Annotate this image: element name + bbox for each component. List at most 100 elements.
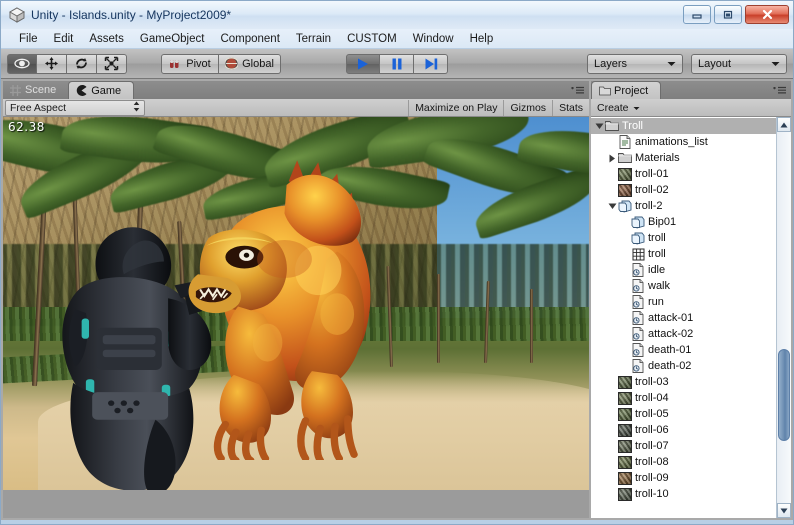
tab-game[interactable]: Game (68, 81, 135, 99)
tree-row[interactable]: troll-01 (591, 166, 776, 182)
tree-row-label: Materials (635, 152, 680, 164)
aspect-ratio-label: Free Aspect (10, 101, 67, 114)
triangle-down-icon[interactable] (593, 122, 605, 130)
texture-thumbnail (618, 167, 632, 181)
tree-row[interactable]: idle (591, 262, 776, 278)
pause-button[interactable] (380, 53, 414, 74)
layout-label: Layout (698, 57, 732, 70)
maximize-on-play-button[interactable]: Maximize on Play (408, 99, 503, 116)
menu-window[interactable]: Window (405, 31, 462, 47)
project-asset-tree[interactable]: Troll animations_list Materials troll-01 tro… (591, 117, 776, 518)
game-view-render[interactable]: 62.38 (3, 117, 589, 490)
stats-button[interactable]: Stats (552, 99, 589, 116)
move-tool-button[interactable] (37, 53, 67, 74)
project-panel-menu-icon[interactable] (773, 86, 787, 95)
editor-main-area: Scene Game Free Aspect Maximize on Play … (1, 79, 793, 520)
tree-row-label: troll-07 (635, 440, 669, 452)
tree-row[interactable]: troll (591, 230, 776, 246)
project-panel: Project Create Troll animations_list Mat… (591, 81, 791, 518)
gizmos-button[interactable]: Gizmos (503, 99, 552, 116)
fps-counter: 62.38 (8, 120, 45, 134)
up-down-arrows-icon (133, 101, 140, 114)
texture-thumbnail (618, 391, 632, 405)
tab-project-label: Project (614, 84, 649, 97)
tab-scene[interactable]: Scene (3, 81, 68, 99)
pivot-toggle-button[interactable]: Pivot (161, 53, 219, 74)
tab-project[interactable]: Project (591, 81, 662, 99)
tree-row[interactable]: death-02 (591, 358, 776, 374)
title-bar: Unity - Islands.unity - MyProject2009* (1, 1, 793, 29)
menu-help[interactable]: Help (462, 31, 502, 47)
tree-row-label: troll-09 (635, 472, 669, 484)
folder-icon (599, 85, 611, 96)
menu-file[interactable]: File (11, 31, 46, 47)
texture-thumbnail (618, 375, 632, 389)
scrollbar-thumb[interactable] (778, 349, 790, 441)
unity-cube-icon (8, 7, 26, 23)
global-label: Global (242, 57, 274, 70)
tree-row[interactable]: animations_list (591, 134, 776, 150)
tree-row[interactable]: Materials (591, 150, 776, 166)
tree-row-label: troll-08 (635, 456, 669, 468)
aspect-ratio-dropdown[interactable]: Free Aspect (5, 99, 145, 116)
step-button[interactable] (414, 53, 448, 74)
gamepad-icon (76, 85, 87, 96)
animation-clip-icon (631, 311, 645, 325)
tree-row[interactable]: troll (591, 246, 776, 262)
tree-row-label: run (648, 296, 664, 308)
chevron-down-icon (771, 58, 780, 70)
menu-edit[interactable]: Edit (46, 31, 82, 47)
tree-row[interactable]: Bip01 (591, 214, 776, 230)
tree-row[interactable]: walk (591, 278, 776, 294)
text-file-icon (618, 135, 632, 149)
game-panel-menu-icon[interactable] (571, 86, 585, 95)
game-view-subtoolbar: Free Aspect Maximize on Play Gizmos Stat… (3, 99, 589, 117)
global-toggle-button[interactable]: Global (219, 53, 281, 74)
project-panel-tabstrip: Project (591, 81, 791, 99)
create-button[interactable]: Create (591, 100, 646, 116)
tree-row[interactable]: run (591, 294, 776, 310)
tree-row-label: troll-2 (635, 200, 663, 212)
tree-row[interactable]: troll-07 (591, 438, 776, 454)
close-button[interactable] (745, 5, 789, 24)
menu-assets[interactable]: Assets (81, 31, 132, 47)
tree-row[interactable]: troll-04 (591, 390, 776, 406)
window-title: Unity - Islands.unity - MyProject2009* (31, 8, 232, 22)
mesh-icon (631, 247, 645, 261)
maximize-button[interactable] (714, 5, 742, 24)
tree-row[interactable]: attack-02 (591, 326, 776, 342)
tree-row[interactable]: troll-03 (591, 374, 776, 390)
menu-component[interactable]: Component (212, 31, 287, 47)
tree-row[interactable]: troll-2 (591, 198, 776, 214)
menu-custom[interactable]: CUSTOM (339, 31, 405, 47)
tree-row-label: troll-10 (635, 488, 669, 500)
tree-row[interactable]: Troll (591, 118, 776, 134)
layout-dropdown[interactable]: Layout (691, 53, 787, 74)
triangle-right-icon[interactable] (606, 154, 618, 163)
layers-dropdown[interactable]: Layers (587, 53, 683, 74)
game-view-letterbox (3, 490, 589, 518)
tree-row[interactable]: troll-06 (591, 422, 776, 438)
menu-terrain[interactable]: Terrain (288, 31, 339, 47)
scroll-down-arrow-icon[interactable] (777, 503, 791, 518)
tree-row[interactable]: troll-05 (591, 406, 776, 422)
tree-row[interactable]: attack-01 (591, 310, 776, 326)
tree-row[interactable]: death-01 (591, 342, 776, 358)
minimize-button[interactable] (683, 5, 711, 24)
scale-tool-button[interactable] (97, 53, 127, 74)
play-button[interactable] (346, 53, 380, 74)
tree-row[interactable]: troll-02 (591, 182, 776, 198)
scroll-up-arrow-icon[interactable] (777, 117, 791, 132)
toolbar-right-group: Layers Layout (587, 53, 787, 74)
tree-row-label: Troll (622, 120, 643, 132)
rotate-tool-button[interactable] (67, 53, 97, 74)
project-vertical-scrollbar[interactable] (776, 117, 791, 518)
tree-row[interactable]: troll-09 (591, 470, 776, 486)
tree-row[interactable]: troll-08 (591, 454, 776, 470)
tree-row[interactable]: troll-10 (591, 486, 776, 502)
menu-gameobject[interactable]: GameObject (132, 31, 213, 47)
triangle-down-icon[interactable] (606, 202, 618, 210)
tree-row-label: animations_list (635, 136, 708, 148)
tab-scene-label: Scene (25, 84, 57, 96)
hand-tool-button[interactable] (7, 53, 37, 74)
